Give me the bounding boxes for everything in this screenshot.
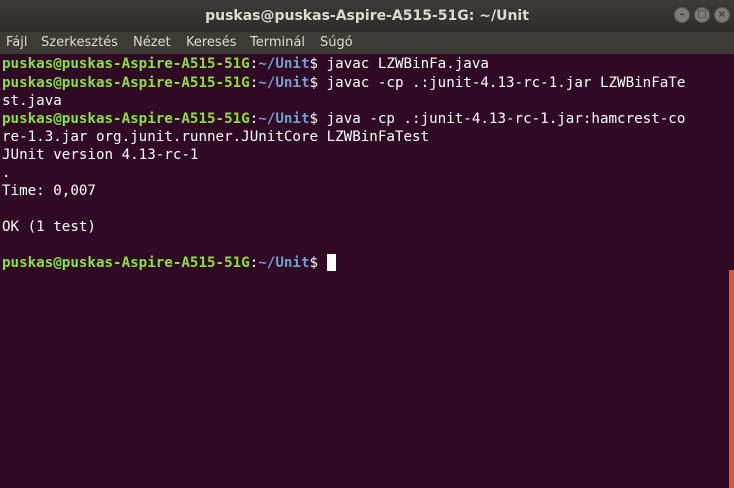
prompt-symbol: $ (309, 75, 327, 91)
terminal-line: puskas@puskas-Aspire-A515-51G:~/Unit$ (2, 254, 336, 272)
prompt-user-host: puskas@puskas-Aspire-A515-51G (2, 56, 250, 72)
command-text: javac -cp .:junit-4.13-rc-1.jar LZWBinFa… (326, 75, 686, 91)
prompt-path: ~/Unit (258, 111, 310, 127)
prompt-path: ~/Unit (258, 255, 310, 271)
minimize-icon: – (679, 9, 685, 20)
prompt-symbol: $ (309, 111, 327, 127)
terminal-line: puskas@puskas-Aspire-A515-51G:~/Unit$ ja… (2, 110, 685, 128)
command-text: java -cp .:junit-4.13-rc-1.jar:hamcrest-… (326, 111, 686, 127)
menu-bar: Fájl Szerkesztés Nézet Keresés Terminál … (0, 32, 734, 54)
prompt-symbol: $ (309, 255, 327, 271)
close-button[interactable]: × (714, 7, 730, 23)
prompt-user-host: puskas@puskas-Aspire-A515-51G (2, 255, 250, 271)
menu-item-search[interactable]: Keresés (186, 32, 236, 54)
terminal-output-line: st.java (2, 93, 62, 109)
maximize-button[interactable]: □ (694, 7, 710, 23)
terminal-output-line: . (2, 165, 11, 181)
menu-item-help[interactable]: Súgó (320, 32, 353, 54)
maximize-icon: □ (697, 9, 707, 20)
prompt-user-host: puskas@puskas-Aspire-A515-51G (2, 75, 250, 91)
terminal-line: puskas@puskas-Aspire-A515-51G:~/Unit$ ja… (2, 74, 685, 92)
window-title: puskas@puskas-Aspire-A515-51G: ~/Unit (205, 8, 529, 24)
prompt-path: ~/Unit (258, 56, 310, 72)
prompt-user-host: puskas@puskas-Aspire-A515-51G (2, 111, 250, 127)
menu-item-view[interactable]: Nézet (133, 32, 171, 54)
prompt-separator: : (249, 111, 259, 127)
terminal-cursor (326, 254, 336, 271)
terminal-output-line: re-1.3.jar org.junit.runner.JUnitCore LZ… (2, 129, 430, 145)
command-text: javac LZWBinFa.java (326, 56, 489, 72)
terminal-output-line: OK (1 test) (2, 219, 96, 235)
terminal-line: puskas@puskas-Aspire-A515-51G:~/Unit$ ja… (2, 55, 489, 73)
prompt-separator: : (249, 75, 259, 91)
scrollbar-thumb[interactable] (729, 270, 734, 488)
prompt-separator: : (249, 255, 259, 271)
minimize-button[interactable]: – (674, 7, 690, 23)
menu-item-edit[interactable]: Szerkesztés (41, 32, 118, 54)
terminal-output-line: JUnit version 4.13-rc-1 (2, 147, 199, 163)
prompt-symbol: $ (309, 56, 327, 72)
menu-item-terminal[interactable]: Terminál (250, 32, 305, 54)
prompt-path: ~/Unit (258, 75, 310, 91)
title-bar[interactable]: puskas@puskas-Aspire-A515-51G: ~/Unit – … (0, 0, 734, 32)
menu-item-file[interactable]: Fájl (6, 32, 27, 54)
close-icon: × (717, 9, 727, 20)
terminal-output-line: Time: 0,007 (2, 183, 96, 199)
prompt-separator: : (249, 56, 259, 72)
